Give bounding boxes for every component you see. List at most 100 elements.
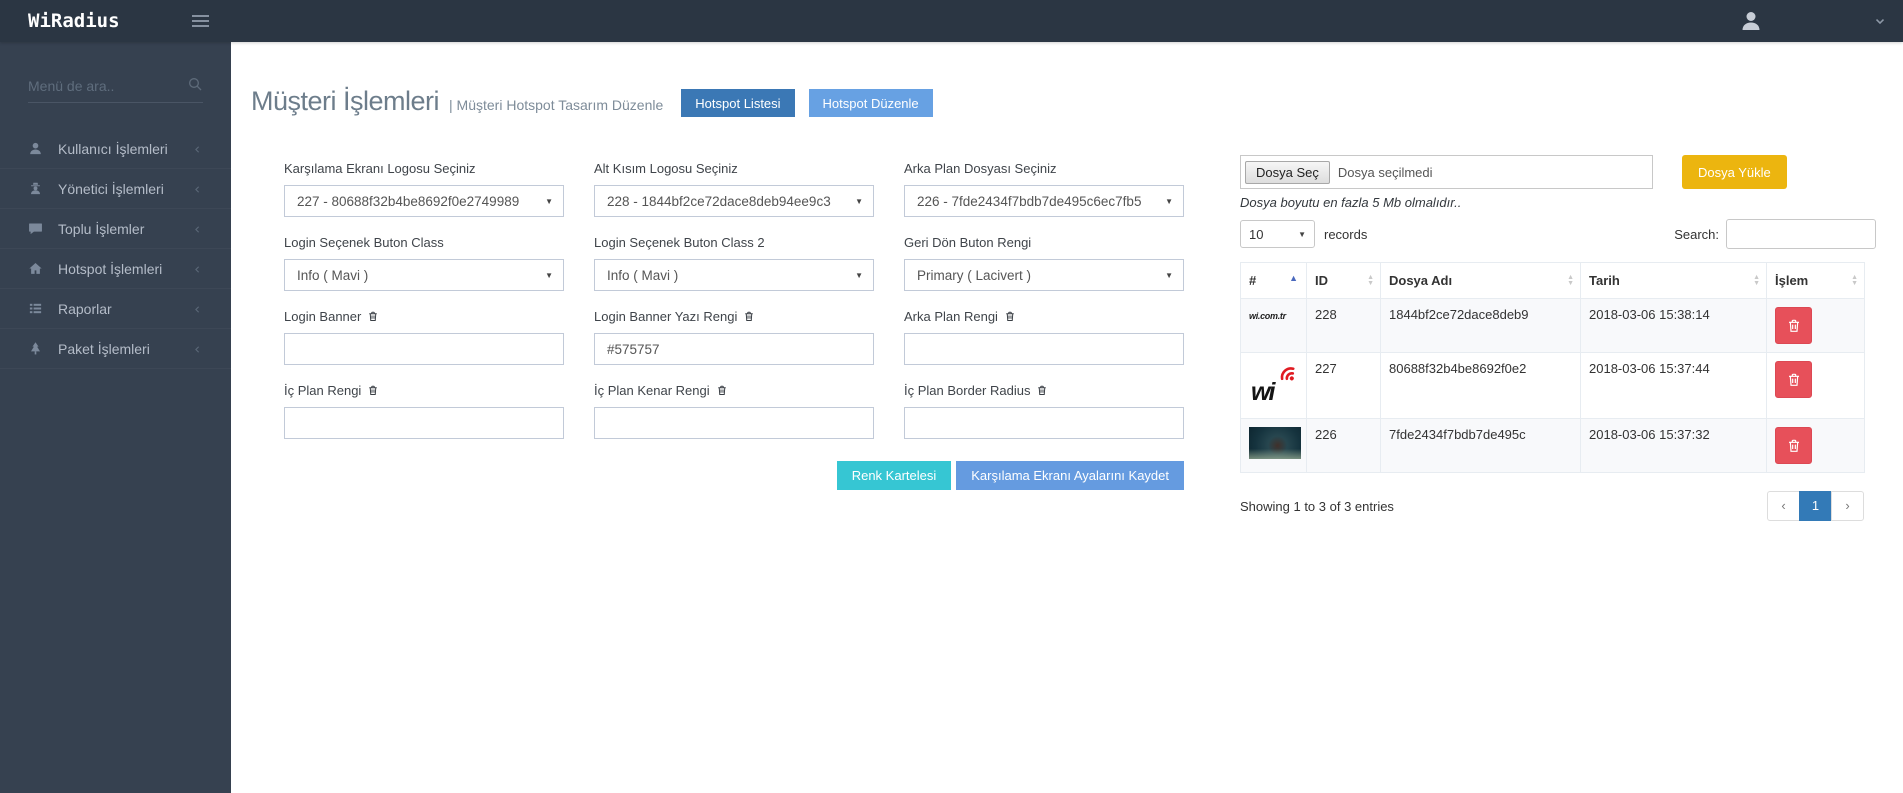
file-size-hint: Dosya boyutu en fazla 5 Mb olmalıdır.. [1240, 195, 1876, 210]
choose-file-button[interactable]: Dosya Seç [1245, 161, 1330, 184]
sidebar-item-kullanici-islemleri[interactable]: Kullanıcı İşlemleri [0, 129, 231, 169]
photo-thumbnail [1249, 427, 1301, 459]
sidebar-item-hotspot-islemleri[interactable]: Hotspot İşlemleri [0, 249, 231, 289]
field-label-bottom-logo: Alt Kısım Logosu Seçiniz [594, 161, 874, 176]
column-header-islem[interactable]: İşlem ▲▼ [1767, 263, 1865, 299]
pagination: ‹ 1 › [1767, 491, 1864, 521]
inner-panel-border-color-input[interactable] [594, 407, 874, 439]
field-label-login-button-class: Login Seçenek Buton Class [284, 235, 564, 250]
delete-file-button[interactable] [1775, 307, 1812, 344]
sidebar-item-paket-islemleri[interactable]: Paket İşlemleri [0, 329, 231, 369]
user-icon [28, 141, 44, 157]
search-label: Search: [1674, 227, 1719, 242]
login-option-button-class2-select[interactable]: Info ( Mavi ) ▼ [594, 259, 874, 291]
page-title: Müşteri İşlemleri [251, 86, 439, 117]
background-file-select[interactable]: 226 - 7fde2434f7bdb7de495c6ec7fb5 ▼ [904, 185, 1184, 217]
login-option-button-class-select[interactable]: Info ( Mavi ) ▼ [284, 259, 564, 291]
sidebar-item-toplu-islemler[interactable]: Toplu İşlemler [0, 209, 231, 249]
delete-file-button[interactable] [1775, 361, 1812, 398]
tree-icon [28, 341, 44, 357]
file-id: 228 [1307, 299, 1381, 353]
pagination-next-button[interactable]: › [1831, 491, 1864, 521]
file-date: 2018-03-06 15:37:32 [1581, 419, 1767, 473]
sidebar: Kullanıcı İşlemleri Yönetici İşlemleri T… [0, 42, 231, 793]
field-label-back-button-color: Geri Dön Buton Rengi [904, 235, 1184, 250]
field-label-login-button-class2: Login Seçenek Buton Class 2 [594, 235, 874, 250]
sort-icon: ▲▼ [1367, 275, 1374, 287]
tab-hotspot-duzenle[interactable]: Hotspot Düzenle [809, 89, 933, 117]
delete-file-button[interactable] [1775, 427, 1812, 464]
file-date: 2018-03-06 15:37:44 [1581, 353, 1767, 419]
pagination-prev-button[interactable]: ‹ [1767, 491, 1800, 521]
file-id: 226 [1307, 419, 1381, 473]
hamburger-menu-icon[interactable] [188, 11, 213, 31]
pagination-page-1-button[interactable]: 1 [1799, 491, 1832, 521]
tab-hotspot-listesi[interactable]: Hotspot Listesi [681, 89, 794, 117]
table-summary: Showing 1 to 3 of 3 entries [1240, 499, 1394, 514]
file-id: 227 [1307, 353, 1381, 419]
page-header: Müşteri İşlemleri | Müşteri Hotspot Tasa… [251, 85, 1185, 117]
sidebar-item-label: Kullanıcı İşlemleri [58, 141, 192, 157]
clear-inner-panel-border-color-icon[interactable] [716, 384, 728, 397]
select-caret-icon: ▼ [855, 197, 863, 206]
search-icon[interactable] [187, 76, 203, 92]
table-row: wi 227 80688f32b4be8692f0e2 2018-03-06 1… [1241, 353, 1865, 419]
save-welcome-settings-button[interactable]: Karşılama Ekranı Ayalarını Kaydet [956, 461, 1184, 490]
clear-login-banner-icon[interactable] [367, 310, 379, 323]
file-thumbnail: wi [1249, 361, 1301, 407]
chevron-left-icon [192, 303, 203, 314]
topbar: WiRadius [0, 0, 1903, 42]
clear-login-banner-text-color-icon[interactable] [743, 310, 755, 323]
color-palette-button[interactable]: Renk Kartelesi [837, 461, 952, 490]
column-header-tarih[interactable]: Tarih ▲▼ [1581, 263, 1767, 299]
clear-background-color-icon[interactable] [1004, 310, 1016, 323]
sidebar-item-label: Yönetici İşlemleri [58, 181, 192, 197]
field-label-background-color: Arka Plan Rengi [904, 309, 1184, 324]
sort-asc-icon: ▲ [1289, 273, 1298, 283]
chevron-down-icon[interactable] [1873, 14, 1887, 28]
bottom-logo-select[interactable]: 228 - 1844bf2ce72dace8deb94ee9c3 ▼ [594, 185, 874, 217]
topbar-right [1739, 9, 1903, 33]
field-label-welcome-logo: Karşılama Ekranı Logosu Seçiniz [284, 161, 564, 176]
select-caret-icon: ▼ [1165, 271, 1173, 280]
column-header-id[interactable]: ID ▲▼ [1307, 263, 1381, 299]
login-banner-text-color-input[interactable] [594, 333, 874, 365]
column-header-dosya-adi[interactable]: Dosya Adı ▲▼ [1381, 263, 1581, 299]
select-caret-icon: ▼ [545, 197, 553, 206]
file-name: 1844bf2ce72dace8deb9 [1381, 299, 1581, 353]
sort-icon: ▲▼ [1567, 275, 1574, 287]
welcome-screen-logo-select[interactable]: 227 - 80688f32b4be8692f0e2749989 ▼ [284, 185, 564, 217]
page-subtitle: | Müşteri Hotspot Tasarım Düzenle [449, 97, 663, 113]
page-size-select[interactable]: 10 ▼ [1240, 220, 1315, 248]
records-label: records [1324, 227, 1367, 242]
wifi-signal-icon [1270, 356, 1304, 390]
inner-panel-color-input[interactable] [284, 407, 564, 439]
sort-icon: ▲▼ [1753, 275, 1760, 287]
inner-panel-border-radius-input[interactable] [904, 407, 1184, 439]
back-button-color-select[interactable]: Primary ( Lacivert ) ▼ [904, 259, 1184, 291]
home-icon [28, 261, 44, 277]
sidebar-menu: Kullanıcı İşlemleri Yönetici İşlemleri T… [0, 129, 231, 369]
file-input[interactable]: Dosya Seç Dosya seçilmedi [1240, 155, 1653, 189]
clear-inner-panel-color-icon[interactable] [367, 384, 379, 397]
field-label-inner-panel-color: İç Plan Rengi [284, 383, 564, 398]
field-label-inner-panel-border-radius: İç Plan Border Radius [904, 383, 1184, 398]
clear-inner-panel-border-radius-icon[interactable] [1036, 384, 1048, 397]
file-date: 2018-03-06 15:38:14 [1581, 299, 1767, 353]
list-icon [28, 301, 44, 317]
table-row: wi.com.tr 228 1844bf2ce72dace8deb9 2018-… [1241, 299, 1865, 353]
select-caret-icon: ▼ [855, 271, 863, 280]
field-label-login-banner-text-color: Login Banner Yazı Rengi [594, 309, 874, 324]
column-header-num[interactable]: # ▲ [1241, 263, 1307, 299]
sidebar-item-yonetici-islemleri[interactable]: Yönetici İşlemleri [0, 169, 231, 209]
chevron-left-icon [192, 343, 203, 354]
user-avatar-icon[interactable] [1739, 9, 1763, 33]
upload-file-button[interactable]: Dosya Yükle [1682, 155, 1787, 189]
sidebar-item-raporlar[interactable]: Raporlar [0, 289, 231, 329]
login-banner-input[interactable] [284, 333, 564, 365]
table-search-input[interactable] [1726, 219, 1876, 249]
chevron-left-icon [192, 263, 203, 274]
no-file-chosen-text: Dosya seçilmedi [1338, 165, 1433, 180]
sidebar-search-input[interactable] [28, 72, 203, 103]
background-color-input[interactable] [904, 333, 1184, 365]
